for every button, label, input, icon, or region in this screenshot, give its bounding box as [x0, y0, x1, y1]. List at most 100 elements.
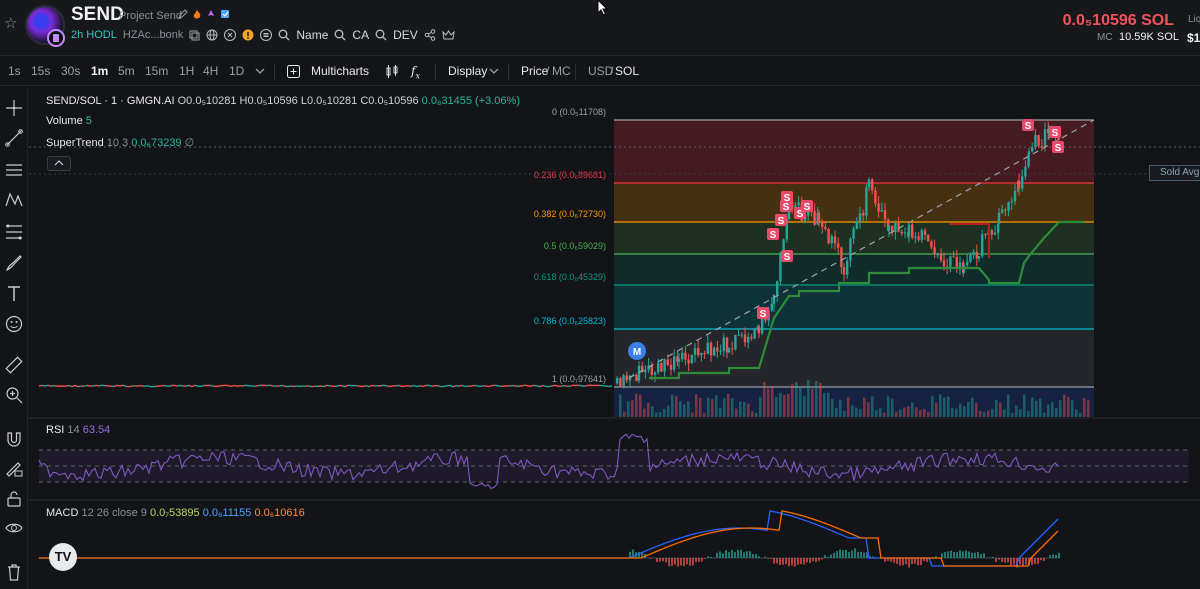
price-chart[interactable]: 0 (0.0₅11708) 0.236 (0.0₆89681) 0.382 (0.0…: [29, 88, 1200, 589]
crosshair-icon[interactable]: [4, 98, 24, 118]
volume-bar: [851, 405, 854, 417]
fib-retracement-icon[interactable]: [4, 222, 24, 242]
interval-15s[interactable]: 15s: [31, 64, 50, 78]
flat-candle: [389, 385, 394, 388]
flat-candle: [65, 384, 70, 387]
trend-line-icon[interactable]: [4, 128, 24, 148]
lock-icon[interactable]: [4, 489, 24, 509]
mouse-cursor-icon: [597, 0, 609, 16]
fib-zone: [614, 285, 1094, 329]
interval-1m[interactable]: 1m: [91, 64, 108, 78]
flat-candle: [293, 385, 298, 388]
lock-drawing-icon[interactable]: [4, 458, 24, 478]
contract-address[interactable]: HZAc...bonk: [123, 29, 184, 41]
magnet-icon[interactable]: [4, 429, 24, 449]
flat-candle: [242, 384, 247, 387]
macd-histogram-bar: [977, 551, 979, 558]
interval-1d[interactable]: 1D: [229, 64, 244, 78]
brush-icon[interactable]: [4, 253, 24, 273]
eye-icon[interactable]: [4, 518, 24, 538]
flat-candle: [584, 384, 589, 387]
interval-15m[interactable]: 15m: [145, 64, 168, 78]
crown-icon[interactable]: [442, 29, 455, 41]
interval-1h[interactable]: 1H: [179, 64, 194, 78]
text-tool-icon[interactable]: [4, 284, 24, 304]
candle-body: [817, 212, 821, 223]
price-toggle[interactable]: Price: [521, 64, 548, 78]
interval-5m[interactable]: 5m: [118, 64, 135, 78]
sol-toggle[interactable]: SOL: [615, 64, 639, 78]
search-dev-link[interactable]: DEV: [393, 28, 418, 42]
macd-histogram-bar: [764, 556, 766, 558]
flat-candle: [371, 384, 376, 387]
multicharts-button[interactable]: Multicharts: [311, 64, 369, 78]
candle-body: [984, 234, 987, 236]
volume-bar: [819, 382, 822, 417]
chevron-down-icon[interactable]: [255, 68, 265, 75]
search-ca-link[interactable]: CA: [352, 28, 369, 42]
volume-bar: [643, 408, 646, 417]
collapse-legend-button[interactable]: [47, 156, 71, 171]
macd-histogram-bar: [1007, 558, 1009, 563]
macd-histogram-bar: [908, 558, 910, 568]
price-change: 0.0₆31455 (+3.06%): [421, 95, 520, 107]
ruler-icon[interactable]: [4, 355, 24, 375]
search-icon[interactable]: [375, 29, 387, 41]
flat-candle: [449, 384, 454, 388]
volume-bar: [839, 399, 842, 417]
sold-avg-label[interactable]: Sold Avg: [1149, 165, 1200, 181]
macd-histogram-bar: [917, 558, 919, 566]
volume-bar: [699, 397, 702, 417]
volume-bar: [847, 397, 850, 417]
volume-bar: [639, 394, 642, 417]
macd-histogram-bar: [662, 558, 664, 562]
list-circle-icon[interactable]: [260, 29, 273, 41]
volume-bar: [691, 412, 694, 417]
flat-candle: [143, 384, 148, 388]
trash-icon[interactable]: [4, 562, 24, 582]
mc-toggle[interactable]: MC: [552, 64, 571, 78]
tradingview-logo[interactable]: TV: [49, 543, 77, 571]
search-icon[interactable]: [334, 29, 346, 41]
indicators-fx-icon[interactable]: fx: [411, 64, 420, 80]
macd-histogram-bar: [956, 552, 958, 558]
candle-body: [858, 213, 862, 222]
macd-histogram-bar: [821, 558, 823, 560]
search-name-link[interactable]: Name: [296, 28, 328, 42]
zoom-in-icon[interactable]: [4, 385, 24, 405]
volume-bar: [1071, 400, 1074, 417]
horizontal-lines-icon[interactable]: [4, 160, 24, 180]
volume-bar: [683, 404, 686, 417]
share-icon[interactable]: [424, 29, 436, 41]
info-warning-icon[interactable]: [242, 29, 254, 41]
interval-1s[interactable]: 1s: [8, 64, 21, 78]
candle-body: [833, 236, 837, 244]
interval-30s[interactable]: 30s: [61, 64, 80, 78]
candle-body: [920, 230, 923, 240]
pattern-tool-icon[interactable]: [4, 190, 24, 210]
search-icon[interactable]: [278, 29, 290, 41]
edit-icon[interactable]: [178, 9, 188, 20]
volume-bar: [795, 381, 798, 417]
macd-histogram-bar: [824, 555, 826, 558]
volume-bar: [763, 381, 766, 417]
copy-icon[interactable]: [189, 30, 200, 41]
macd-histogram-bar: [827, 557, 829, 558]
candle-body: [930, 241, 933, 248]
add-chart-icon[interactable]: [287, 65, 300, 78]
globe-icon[interactable]: [206, 29, 218, 41]
candle-body: [727, 348, 731, 353]
x-twitter-icon[interactable]: [224, 29, 237, 41]
emoji-icon[interactable]: [4, 314, 24, 334]
interval-4h[interactable]: 4H: [203, 64, 218, 78]
macd-histogram-bar: [839, 549, 841, 558]
sell-marker-label: S: [770, 230, 777, 241]
volume-bar: [863, 397, 866, 417]
candle-type-icon[interactable]: [385, 64, 399, 79]
macd-histogram-bar: [965, 550, 967, 558]
favorite-star-icon[interactable]: ☆: [4, 14, 17, 32]
flat-candle: [344, 384, 349, 388]
volume-bar: [675, 396, 678, 417]
chevron-down-icon[interactable]: [489, 68, 499, 75]
display-button[interactable]: Display: [448, 64, 487, 78]
